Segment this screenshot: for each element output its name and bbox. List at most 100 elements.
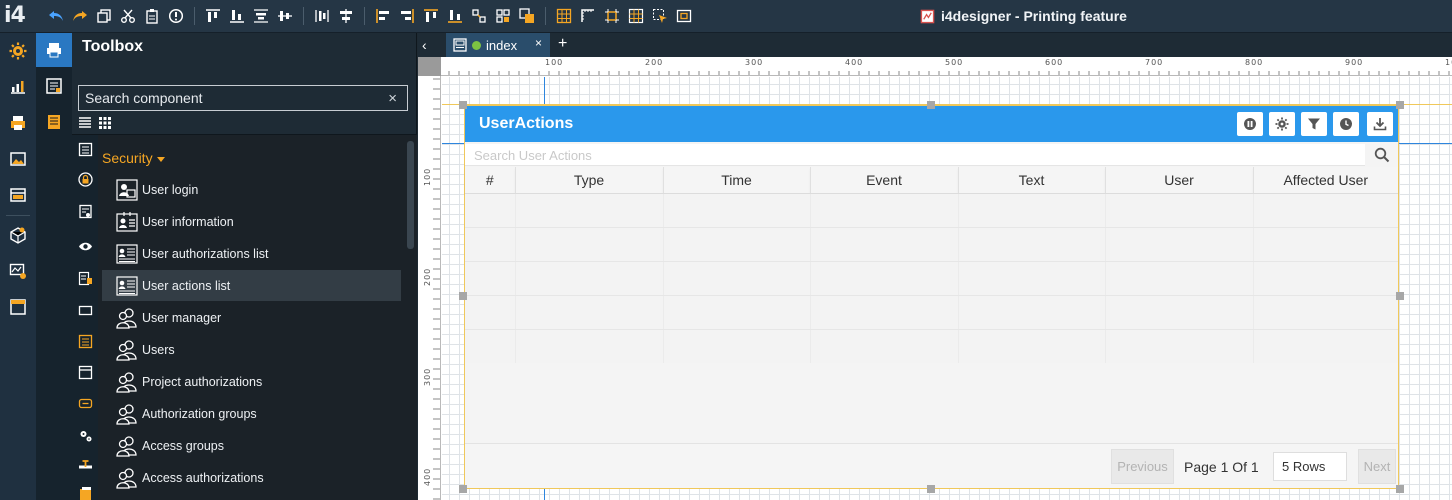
category-containers-button[interactable] — [77, 302, 93, 318]
distribute-horizontal-button[interactable] — [313, 7, 331, 25]
settings-rail-button[interactable] — [8, 41, 28, 61]
column-header-number[interactable]: # — [465, 167, 516, 194]
column-header-text[interactable]: Text — [958, 167, 1106, 194]
next-page-button[interactable]: Next — [1358, 449, 1396, 484]
category-security-header[interactable]: Security — [102, 150, 165, 166]
align-bottom-button[interactable] — [228, 7, 246, 25]
pause-button[interactable] — [1237, 112, 1263, 136]
resize-handle-top-left[interactable] — [459, 101, 467, 109]
chart-rail-button[interactable] — [8, 77, 28, 97]
previous-page-button[interactable]: Previous — [1111, 449, 1174, 484]
distribute-vertical-button[interactable] — [252, 7, 270, 25]
table-grid-button[interactable] — [627, 7, 645, 25]
category-signals-button[interactable] — [77, 270, 93, 286]
select-button[interactable] — [651, 7, 669, 25]
column-header-user[interactable]: User — [1105, 167, 1254, 194]
component-item-user-manager[interactable]: User manager — [102, 302, 401, 333]
grid-button[interactable] — [555, 7, 573, 25]
paste-button[interactable] — [143, 7, 161, 25]
center-horizontal-icon — [340, 9, 352, 23]
bring-front-button[interactable] — [518, 7, 536, 25]
redo-button[interactable] — [71, 7, 89, 25]
center-horizontal-button[interactable] — [337, 7, 355, 25]
list-view-button[interactable] — [78, 116, 92, 130]
export-button[interactable] — [1367, 112, 1393, 136]
ungroup-button[interactable] — [494, 7, 512, 25]
align-right-button[interactable] — [398, 7, 416, 25]
component-item-user-authorizations-list[interactable]: User authorizations list — [102, 238, 401, 269]
component-search-input[interactable] — [85, 90, 375, 106]
info-button[interactable] — [167, 7, 185, 25]
add-tab-button[interactable]: + — [558, 35, 567, 53]
snap-button[interactable] — [603, 7, 621, 25]
component-item-user-information[interactable]: User information — [102, 206, 401, 237]
align-bottom-edge-button[interactable] — [446, 7, 464, 25]
resize-handle-top[interactable] — [927, 101, 935, 109]
resize-handle-bottom[interactable] — [927, 485, 935, 493]
ruler-button[interactable] — [579, 7, 597, 25]
resize-handle-right[interactable] — [1396, 292, 1404, 300]
resize-handle-top-right[interactable] — [1396, 101, 1404, 109]
column-header-time[interactable]: Time — [663, 167, 811, 194]
user-actions-search-input[interactable] — [465, 144, 1345, 166]
package-rail-button[interactable] — [8, 225, 28, 245]
component-item-project-authorizations[interactable]: Project authorizations — [102, 366, 401, 397]
category-basic-button[interactable] — [77, 141, 93, 157]
cut-button[interactable] — [119, 7, 137, 25]
resize-handle-bottom-right[interactable] — [1396, 485, 1404, 493]
align-left-button[interactable] — [374, 7, 392, 25]
settings-button[interactable] — [1269, 112, 1295, 136]
component-item-users[interactable]: Users — [102, 334, 401, 365]
align-top-button[interactable] — [204, 7, 222, 25]
grid-view-button[interactable] — [98, 116, 112, 130]
properties-tab[interactable] — [36, 69, 72, 103]
search-icon[interactable] — [1374, 147, 1390, 163]
category-documents-button[interactable] — [77, 203, 93, 219]
window-title-text: i4designer - Printing feature — [941, 8, 1127, 24]
table-cell — [465, 227, 516, 262]
category-more-button[interactable] — [77, 485, 93, 500]
align-middle-button[interactable] — [276, 7, 294, 25]
column-header-affected-user[interactable]: Affected User — [1253, 167, 1398, 194]
ruler-label: 600 — [1045, 58, 1063, 67]
category-process-button[interactable] — [77, 427, 93, 443]
window-rail-button[interactable] — [8, 297, 28, 317]
column-header-type[interactable]: Type — [515, 167, 664, 194]
filter-button[interactable] — [1301, 112, 1327, 136]
resize-handle-left[interactable] — [459, 292, 467, 300]
printer-rail-button[interactable] — [8, 113, 28, 133]
align-top-edge-button[interactable] — [422, 7, 440, 25]
category-visibility-button[interactable] — [77, 238, 93, 254]
category-lists-button[interactable] — [77, 333, 93, 349]
clear-search-button[interactable]: × — [388, 90, 397, 107]
undo-button[interactable] — [47, 7, 65, 25]
group-button[interactable] — [470, 7, 488, 25]
layout-rail-button[interactable] — [8, 185, 28, 205]
category-valves-button[interactable] — [77, 457, 93, 473]
column-header-event[interactable]: Event — [810, 167, 959, 194]
close-tab-button[interactable]: × — [535, 36, 542, 50]
component-item-authorization-groups[interactable]: Authorization groups — [102, 398, 401, 429]
list-icon — [116, 275, 138, 296]
copy-button[interactable] — [95, 7, 113, 25]
frame-button[interactable] — [675, 7, 693, 25]
tab-index[interactable]: index × — [446, 33, 550, 57]
category-panels-button[interactable] — [77, 364, 93, 380]
component-item-user-actions-list[interactable]: User actions list — [102, 270, 401, 301]
component-item-access-groups[interactable]: Access groups — [102, 430, 401, 461]
component-item-user-login[interactable]: User login — [102, 174, 401, 205]
list-icon — [116, 243, 138, 264]
tab-scroll-back-button[interactable]: ‹ — [422, 37, 427, 53]
user-actions-widget[interactable]: UserActions # Type Time Event Text User … — [464, 105, 1399, 489]
category-links-button[interactable] — [77, 395, 93, 411]
pages-tab[interactable] — [36, 105, 72, 139]
time-range-button[interactable] — [1333, 112, 1359, 136]
category-security-button[interactable] — [77, 171, 93, 187]
toolbox-tab[interactable] — [36, 33, 72, 67]
component-item-access-authorizations[interactable]: Access authorizations — [102, 462, 401, 493]
rows-per-page-select[interactable]: 5 Rows — [1273, 452, 1347, 481]
monitor-settings-rail-button[interactable] — [8, 261, 28, 281]
image-rail-button[interactable] — [8, 149, 28, 169]
component-list-scrollbar[interactable] — [407, 141, 414, 249]
resize-handle-bottom-left[interactable] — [459, 485, 467, 493]
